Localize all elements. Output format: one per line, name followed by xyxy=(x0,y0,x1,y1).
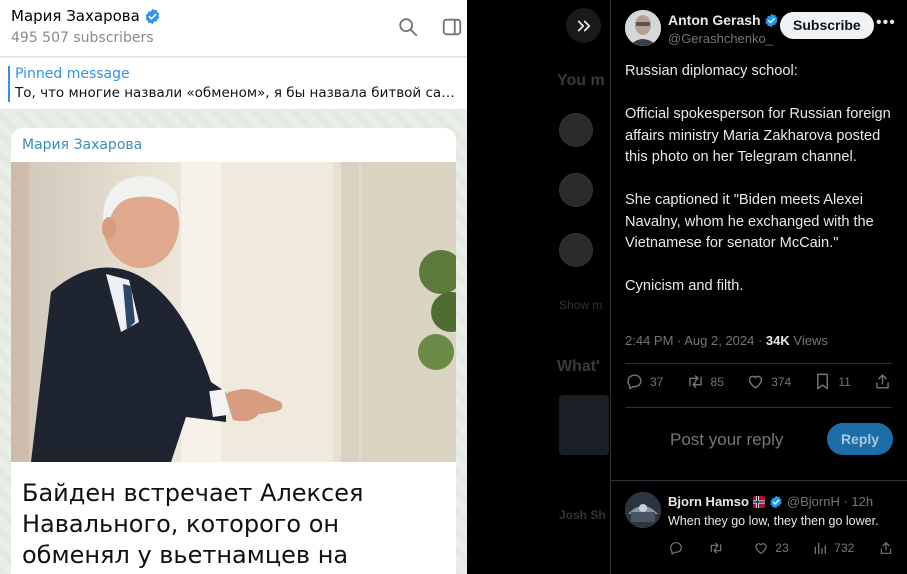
channel-post: Мария Захарова Байден встречает Алексея … xyxy=(11,128,456,574)
heart-icon xyxy=(755,543,767,554)
reply-like-action[interactable]: 23 xyxy=(753,540,789,556)
post-author: Мария Захарова xyxy=(22,137,143,153)
views-label: Views xyxy=(789,333,828,348)
ghost-avatar xyxy=(559,173,593,207)
bookmark-icon xyxy=(817,373,829,390)
more-options-icon[interactable]: ••• xyxy=(876,14,896,32)
person-icon xyxy=(625,10,661,46)
photo-illustration xyxy=(11,162,456,462)
verified-icon xyxy=(770,495,782,508)
divider xyxy=(625,363,892,364)
ghost-image xyxy=(559,395,609,455)
divider xyxy=(625,407,892,408)
tweet-panel: Anton Gerash @Gerashchenko_e Subscribe •… xyxy=(610,0,907,574)
norway-flag-icon xyxy=(752,495,765,508)
telegram-header: Мария Захарова 495 507 subscribers xyxy=(0,0,467,57)
ghost-text: Josh Sh xyxy=(559,508,606,522)
post-caption: Байден встречает Алексея Навального, кот… xyxy=(22,479,364,574)
tweet-text: Russian diplomacy school: Official spoke… xyxy=(625,63,891,294)
reply-action[interactable]: 37 xyxy=(625,372,663,391)
repost-icon xyxy=(710,542,721,554)
author-handle[interactable]: @Gerashchenko_e xyxy=(668,31,773,46)
reply-views-action[interactable]: 732 xyxy=(812,540,854,556)
verified-icon xyxy=(145,8,160,24)
sidebar-toggle-icon[interactable] xyxy=(441,16,463,38)
views-count: 34K xyxy=(765,333,790,348)
author-avatar[interactable] xyxy=(625,10,661,46)
subscriber-count: 495 507 subscribers xyxy=(11,30,154,46)
reply-icon xyxy=(627,374,642,390)
ghost-avatar xyxy=(559,113,593,147)
pinned-accent-bar xyxy=(8,66,10,102)
reply-text: When they go low, they then go lower. xyxy=(668,514,879,528)
ghost-heading: What' xyxy=(557,358,600,375)
reply-handle[interactable]: @BjornH · 12h xyxy=(787,494,873,509)
reply-icon xyxy=(670,542,682,555)
repost-icon xyxy=(688,375,702,388)
channel-name: Мария Захарова xyxy=(11,7,161,25)
search-icon[interactable] xyxy=(397,16,419,38)
background-feed: You m Show m What' Josh Sh xyxy=(467,0,610,574)
reply-author[interactable]: Bjorn Hamso @BjornH · 12h xyxy=(668,494,873,509)
expand-button[interactable] xyxy=(566,8,601,43)
subscribe-button[interactable]: Subscribe xyxy=(780,12,874,39)
pinned-message[interactable]: Pinned message То, что многие назвали «о… xyxy=(0,58,467,110)
reply-author-avatar[interactable] xyxy=(625,492,661,528)
like-action[interactable]: 374 xyxy=(746,372,791,391)
reply-input[interactable]: Post your reply xyxy=(670,430,783,450)
heart-icon xyxy=(748,375,763,389)
post-photo[interactable] xyxy=(11,162,456,462)
ghost-heading: You m xyxy=(557,72,605,89)
tweet-actions: 37 85 374 11 xyxy=(625,372,892,391)
reply-reply-action[interactable] xyxy=(668,540,684,556)
pinned-title: Pinned message xyxy=(15,66,130,82)
verified-icon xyxy=(764,13,778,27)
person-icon xyxy=(625,492,661,528)
reply-share-action[interactable] xyxy=(878,540,894,556)
tweet-timestamp[interactable]: 2:44 PM · Aug 2, 2024 · xyxy=(625,333,766,348)
bookmark-action[interactable]: 11 xyxy=(813,372,851,391)
share-action[interactable] xyxy=(873,372,892,391)
telegram-screenshot: Мария Захарова 495 507 subscribers Pinne… xyxy=(0,0,467,574)
divider xyxy=(611,480,907,481)
ghost-text: Show m xyxy=(559,298,603,312)
ghost-avatar xyxy=(559,233,593,267)
tweet-meta: 2:44 PM · Aug 2, 2024 · 34K Views xyxy=(625,333,828,348)
chevrons-right-icon xyxy=(577,20,590,31)
reply-actions: 23 732 xyxy=(668,540,894,556)
reply-repost-action[interactable] xyxy=(708,540,730,556)
share-icon xyxy=(880,542,892,554)
repost-action[interactable]: 85 xyxy=(686,372,724,391)
author-name[interactable]: Anton Gerash xyxy=(668,12,780,28)
reply-button[interactable]: Reply xyxy=(827,423,893,455)
pinned-text: То, что многие назвали «обменом», я бы н… xyxy=(15,85,455,101)
share-icon xyxy=(876,374,889,389)
analytics-icon xyxy=(814,542,827,554)
